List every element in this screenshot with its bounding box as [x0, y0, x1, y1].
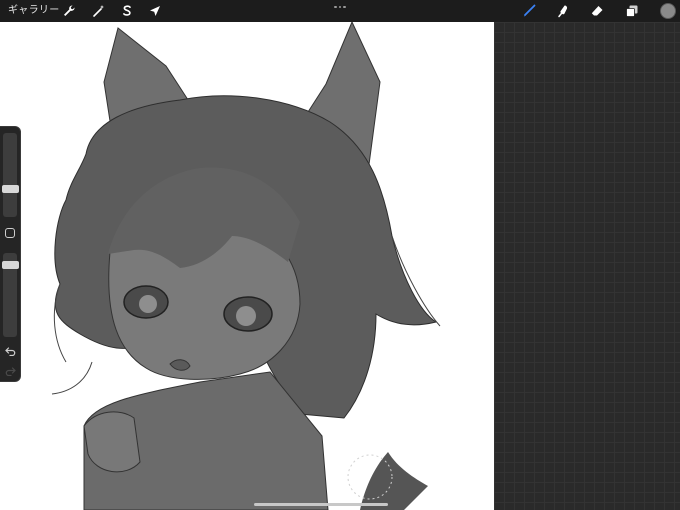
- undo-button[interactable]: [3, 345, 17, 357]
- redo-icon: [5, 366, 16, 376]
- brush-tool-button[interactable]: [520, 2, 538, 20]
- arrow-cursor-icon: [150, 6, 160, 16]
- selection-s-icon: [123, 5, 131, 16]
- redo-button[interactable]: [3, 365, 17, 377]
- drawing-canvas[interactable]: [0, 22, 494, 510]
- home-indicator[interactable]: [254, 503, 388, 506]
- wrench-icon: [64, 5, 75, 17]
- smudge-icon: [558, 5, 568, 18]
- actions-button[interactable]: [60, 2, 78, 20]
- more-options-button[interactable]: [330, 3, 350, 11]
- dot-icon: [334, 5, 337, 9]
- opacity-thumb[interactable]: [2, 261, 19, 269]
- undo-icon: [4, 346, 15, 356]
- procreate-app: ギャラリー: [0, 0, 680, 510]
- selection-button[interactable]: [118, 2, 136, 20]
- dot-icon: [343, 5, 346, 9]
- color-picker-button[interactable]: [660, 3, 676, 19]
- brush-size-slider[interactable]: [2, 133, 19, 217]
- brush-icon: [523, 4, 536, 17]
- dot-icon: [338, 5, 342, 9]
- brush-size-thumb[interactable]: [2, 185, 19, 193]
- smudge-tool-button[interactable]: [554, 2, 572, 20]
- gallery-button[interactable]: ギャラリー: [8, 4, 60, 18]
- layers-icon: [626, 5, 638, 17]
- top-toolbar: ギャラリー: [0, 0, 680, 22]
- canvas-backdrop: [494, 22, 680, 510]
- layers-button[interactable]: [623, 2, 641, 20]
- opacity-slider[interactable]: [2, 253, 19, 337]
- eraser-icon: [591, 6, 603, 16]
- adjustments-button[interactable]: [90, 2, 108, 20]
- sketch-illustration: [51, 22, 441, 510]
- eraser-tool-button[interactable]: [588, 2, 606, 20]
- modify-button[interactable]: [5, 228, 15, 238]
- left-sidebar: [0, 126, 21, 382]
- magic-wand-icon: [93, 5, 104, 17]
- transform-button[interactable]: [146, 2, 164, 20]
